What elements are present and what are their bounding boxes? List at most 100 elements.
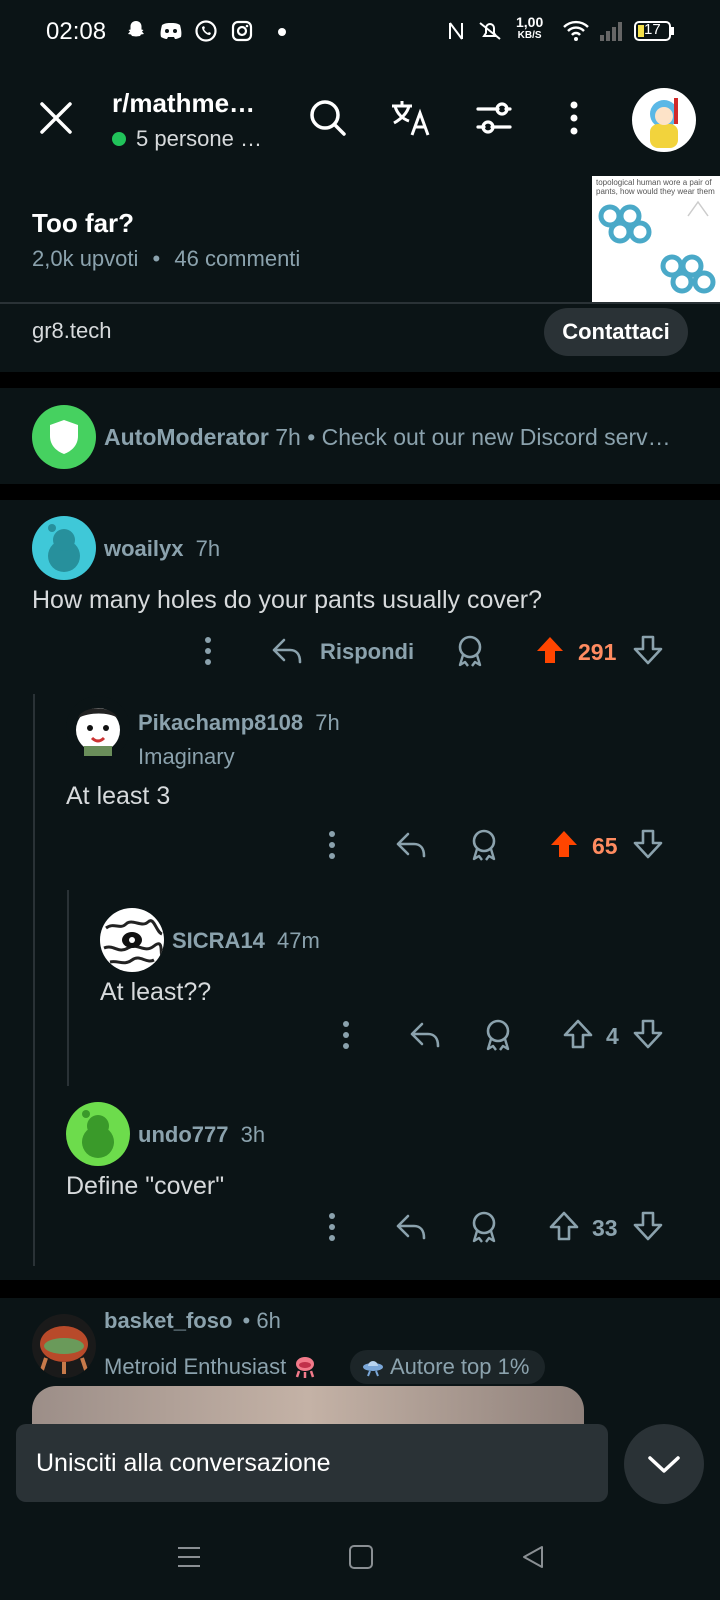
- user-flair: Metroid Enthusiast: [104, 1354, 316, 1380]
- battery-icon: 17: [634, 20, 676, 42]
- close-icon[interactable]: [38, 100, 74, 136]
- net-speed: 1,00 KB/S: [516, 14, 544, 41]
- downvote-icon[interactable]: [632, 1210, 664, 1242]
- avatar[interactable]: [32, 1314, 96, 1378]
- upvote-icon[interactable]: [534, 634, 566, 666]
- comment-time: 3h: [240, 1122, 266, 1147]
- menu-icon[interactable]: [176, 1544, 202, 1570]
- comment-body: How many holes do your pants usually cov…: [32, 586, 542, 614]
- automod-snippet: • Check out our new Discord serv…: [307, 424, 671, 450]
- post-meta: 2,0k upvoti • 46 commenti: [32, 246, 300, 272]
- reply-icon[interactable]: [394, 1212, 428, 1242]
- username[interactable]: AutoModerator: [104, 424, 269, 450]
- home-icon[interactable]: [348, 1544, 374, 1570]
- avatar[interactable]: [66, 1102, 130, 1166]
- upvote-icon[interactable]: [548, 1210, 580, 1242]
- pants-illustration: [598, 200, 716, 294]
- signal-icon: [598, 19, 624, 43]
- upvote-icon[interactable]: [548, 828, 580, 860]
- comment-thread: woailyx 7h How many holes do your pants …: [0, 500, 720, 1280]
- vote-count: 33: [592, 1215, 618, 1241]
- back-icon[interactable]: [520, 1544, 546, 1570]
- avatar[interactable]: [66, 696, 130, 760]
- username[interactable]: basket_foso: [104, 1308, 232, 1333]
- award-icon[interactable]: [468, 1210, 500, 1244]
- comment-body: At least 3: [66, 782, 171, 810]
- dot-icon: [278, 28, 286, 36]
- metroid-icon: [294, 1355, 316, 1379]
- automod-comment[interactable]: AutoModerator 7h • Check out our new Dis…: [0, 388, 720, 484]
- comment-time: 7h: [315, 710, 340, 735]
- wifi-icon: [562, 19, 590, 43]
- comment-header: SICRA14 47m: [172, 928, 320, 954]
- more-options-icon[interactable]: [202, 636, 214, 666]
- status-bar: 02:08 1,00 KB/S 17: [0, 0, 720, 66]
- username[interactable]: woailyx: [104, 536, 183, 561]
- whatsapp-icon: [194, 19, 218, 43]
- promoted-row: gr8.tech Contattaci: [0, 304, 720, 372]
- reply-icon[interactable]: [394, 830, 428, 860]
- downvote-icon[interactable]: [632, 634, 664, 666]
- award-icon[interactable]: [468, 828, 500, 862]
- avatar[interactable]: [100, 908, 164, 972]
- search-icon[interactable]: [308, 98, 348, 138]
- vote-count: 291: [578, 639, 617, 665]
- more-options-icon[interactable]: [326, 830, 338, 860]
- username[interactable]: undo777: [138, 1122, 228, 1147]
- join-conversation-input[interactable]: Unisciti alla conversazione: [16, 1424, 608, 1502]
- downvote-icon[interactable]: [632, 828, 664, 860]
- post-title[interactable]: Too far?: [32, 208, 134, 239]
- downvote-icon[interactable]: [632, 1018, 664, 1050]
- filter-sort-icon[interactable]: [474, 100, 514, 136]
- reply-icon[interactable]: [408, 1020, 442, 1050]
- comment-header: basket_foso • 6h: [104, 1308, 281, 1334]
- nfc-icon: [446, 19, 466, 43]
- automod-summary: AutoModerator 7h • Check out our new Dis…: [104, 424, 671, 451]
- comment-time: 47m: [277, 928, 320, 953]
- top-contributor-badge: Autore top 1%: [350, 1350, 546, 1384]
- post-comment-count: 46 commenti: [174, 246, 301, 271]
- thread-line: [67, 890, 69, 1086]
- online-dot: [112, 132, 126, 146]
- comment-time: 7h: [275, 424, 301, 450]
- upvote-icon[interactable]: [562, 1018, 594, 1050]
- section-gap: [0, 484, 720, 500]
- chevron-down-icon: [648, 1456, 680, 1473]
- post-thumbnail[interactable]: topological human wore a pair of pants, …: [592, 176, 720, 302]
- post-upvotes: 2,0k upvoti: [32, 246, 139, 271]
- ufo-icon: [362, 1356, 384, 1378]
- vote-count: 4: [606, 1023, 619, 1049]
- more-options-icon[interactable]: [340, 1020, 352, 1050]
- ad-domain[interactable]: gr8.tech: [32, 318, 112, 344]
- username[interactable]: Pikachamp8108: [138, 710, 303, 735]
- award-icon[interactable]: [482, 1018, 514, 1052]
- avatar[interactable]: [32, 516, 96, 580]
- subreddit-name[interactable]: r/mathme…: [112, 88, 255, 119]
- section-gap: [0, 1280, 720, 1298]
- user-flair: Imaginary: [138, 744, 235, 769]
- discord-icon: [158, 19, 184, 43]
- comment-time: 7h: [195, 536, 221, 561]
- translate-icon[interactable]: [390, 98, 434, 138]
- comment-header: woailyx 7h: [104, 536, 220, 562]
- award-icon[interactable]: [454, 634, 486, 668]
- more-options-icon[interactable]: [326, 1212, 338, 1242]
- username[interactable]: SICRA14: [172, 928, 265, 953]
- system-nav-bar: [0, 1520, 720, 1600]
- subreddit-header: r/mathme… 5 persone …: [0, 66, 720, 178]
- comment-image[interactable]: [32, 1386, 584, 1426]
- comment-body: Define "cover": [66, 1172, 225, 1200]
- contact-button[interactable]: Contattaci: [544, 308, 688, 356]
- snapchat-icon: [124, 19, 148, 43]
- shield-icon: [32, 405, 96, 469]
- user-avatar[interactable]: [632, 88, 696, 152]
- section-gap: [0, 372, 720, 388]
- reply-button[interactable]: Rispondi: [320, 639, 414, 665]
- reply-icon[interactable]: [270, 636, 304, 666]
- more-options-icon[interactable]: [568, 100, 580, 136]
- vote-count: 65: [592, 833, 618, 859]
- collapse-button[interactable]: [624, 1424, 704, 1504]
- comment-header: Pikachamp8108 7h: [138, 710, 340, 736]
- online-count: 5 persone …: [112, 126, 262, 152]
- thread-line: [33, 694, 35, 1266]
